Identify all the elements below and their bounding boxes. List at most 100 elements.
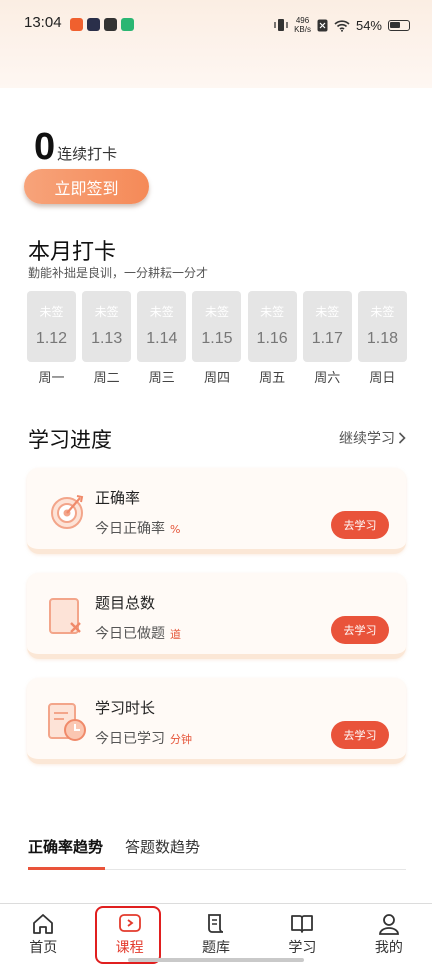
go-study-button[interactable]: 去学习 [331,511,389,539]
progress-card-duration: 学习时长 今日已学习 分钟 去学习 [27,678,406,764]
bottom-tab-bar: 首页 课程 题库 学习 我的 [0,903,432,964]
tab-study[interactable]: 学习 [259,904,345,964]
day-date: 1.13 [91,330,123,347]
checkin-button[interactable]: 立即签到 [24,169,149,204]
day-date: 1.16 [256,330,288,347]
card-unit: % [170,523,181,536]
day-item[interactable]: 未签 1.14 周三 [137,291,187,386]
day-card[interactable]: 未签 1.16 [247,291,297,362]
day-card[interactable]: 未签 1.17 [302,291,352,362]
day-card[interactable]: 未签 1.15 [192,291,242,362]
day-date: 1.12 [35,330,68,347]
progress-title: 学习进度 [28,428,112,452]
chevron-right-icon [398,432,406,444]
card-unit: 分钟 [170,733,192,746]
day-item[interactable]: 未签 1.13 周二 [82,291,132,386]
day-card[interactable]: 未签 1.14 [137,291,187,362]
day-weekday: 周二 [93,371,120,386]
day-weekday: 周三 [148,371,175,386]
tab-question-bank[interactable]: 题库 [173,904,259,964]
tab-label: 我的 [374,940,403,956]
day-item[interactable]: 未签 1.12 周一 [27,291,76,386]
question-bank-icon [49,598,81,634]
trend-tabs: 正确率趋势 答题数趋势 [28,836,200,857]
day-card[interactable]: 未签 1.13 [82,291,132,362]
go-study-button[interactable]: 去学习 [331,616,389,644]
day-item[interactable]: 未签 1.18 周日 [357,291,407,386]
study-time-icon [48,703,86,741]
day-item[interactable]: 未签 1.16 周五 [247,291,297,386]
day-weekday: 周五 [259,371,286,386]
card-unit: 道 [170,628,181,641]
no-sim-icon [317,19,328,31]
day-weekday: 周一 [38,371,65,386]
day-date: 1.15 [201,330,233,347]
app-notification-icon [87,18,100,31]
tab-answer-count-trend[interactable]: 答题数趋势 [125,836,200,857]
card-sub-label: 今日已学习 [95,731,165,747]
day-item[interactable]: 未签 1.15 周四 [192,291,242,386]
tab-label: 课程 [115,940,144,956]
question-bank-icon [208,914,224,933]
status-right: 496 KB/s 54% [274,16,410,34]
card-subtitle: 今日已学习 分钟 [95,728,192,748]
tab-accuracy-trend[interactable]: 正确率趋势 [28,836,103,857]
day-card[interactable]: 未签 1.18 [357,291,407,362]
day-item[interactable]: 未签 1.17 周六 [302,291,352,386]
battery-percent: 54% [355,17,382,33]
tab-home[interactable]: 首页 [0,904,86,964]
tab-course[interactable]: 课程 [86,904,172,964]
app-notification-icon [70,18,83,31]
day-status: 未签 [94,305,119,319]
continue-learning-link[interactable]: 继续学习 [339,428,406,448]
continue-learning-label: 继续学习 [339,431,395,447]
notification-icons [70,18,134,31]
active-tab-indicator [28,867,105,870]
streak-label: 连续打卡 [57,145,118,163]
month-checkin-title: 本月打卡 [28,240,117,265]
vibrate-icon [274,19,288,31]
day-date: 1.17 [311,330,343,347]
card-subtitle: 今日正确率% [95,518,180,538]
day-status: 未签 [315,305,340,319]
tab-label: 学习 [288,940,317,956]
card-title: 学习时长 [95,699,156,717]
day-status: 未签 [149,305,174,319]
tab-label: 题库 [202,940,231,956]
card-subtitle: 今日已做题道 [95,623,181,643]
wifi-icon [334,19,350,32]
streak-counter: 0 连续打卡 [34,126,117,169]
day-weekday: 周六 [314,371,341,386]
progress-card-accuracy: 正确率 今日正确率% 去学习 [27,468,406,554]
card-sub-label: 今日正确率 [95,521,165,537]
day-weekday: 周日 [369,371,396,386]
week-days: 未签 1.12 周一 未签 1.13 周二 未签 1.14 周三 未签 1.15… [27,291,407,386]
app-notification-icon [121,18,134,31]
tab-profile[interactable]: 我的 [346,904,432,964]
card-title: 题目总数 [95,594,156,612]
streak-number: 0 [34,126,56,168]
target-icon [51,495,84,529]
card-sub-label: 今日已做题 [95,626,165,642]
app-notification-icon [104,18,117,31]
day-status: 未签 [370,305,395,319]
course-icon [118,914,141,932]
day-status: 未签 [39,305,64,319]
day-status: 未签 [204,305,229,319]
tab-label: 首页 [29,940,58,956]
month-checkin-subtitle: 勤能补拙是良训，一分耕耘一分才 [28,266,209,280]
status-bar: 13:04 496 KB/s 54% [0,0,432,88]
day-date: 1.14 [146,330,178,347]
card-title: 正确率 [95,489,141,507]
profile-icon [378,914,399,935]
day-date: 1.18 [366,330,398,347]
book-icon [291,915,314,933]
day-status: 未签 [260,305,285,319]
net-speed: 496 KB/s [294,16,311,34]
day-card[interactable]: 未签 1.12 [27,291,76,362]
progress-card-questions: 题目总数 今日已做题道 去学习 [27,573,406,659]
battery-icon [388,19,410,31]
status-time: 13:04 [24,14,62,31]
go-study-button[interactable]: 去学习 [331,721,389,749]
home-icon [33,914,54,934]
